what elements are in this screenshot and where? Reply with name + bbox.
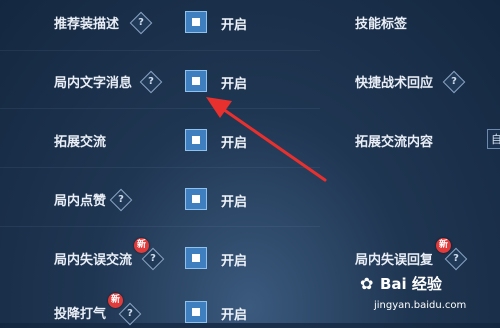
watermark-brand: Bai 经验 <box>380 275 442 293</box>
watermark-url: jingyan.baidu.com <box>374 300 467 311</box>
baidu-paw-icon: ✿ <box>360 274 374 293</box>
